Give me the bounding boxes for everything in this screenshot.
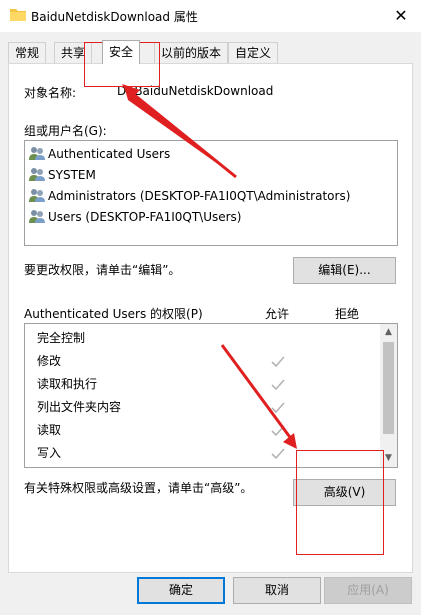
allow-header: 允许: [265, 307, 290, 321]
tab-strip: 常规 共享 安全 以前的版本 自定义: [8, 40, 413, 64]
user-name: SYSTEM: [48, 168, 96, 182]
check-icon: [271, 379, 285, 391]
advanced-hint: 有关特殊权限或高级设置，请单击“高级”。: [24, 481, 253, 495]
permission-row-modify: 修改: [37, 354, 62, 368]
object-name-label: 对象名称:: [24, 86, 77, 100]
apply-button[interactable]: 应用(A): [324, 577, 412, 604]
user-name: Administrators (DESKTOP-FA1I0QT\Administ…: [48, 189, 351, 203]
permissions-title: Authenticated Users 的权限(P): [24, 307, 203, 321]
ok-button[interactable]: 确定: [137, 577, 225, 604]
check-icon: [271, 425, 285, 437]
group-user-list[interactable]: Authenticated Users SYSTEM Administrator…: [24, 140, 398, 246]
edit-button[interactable]: 编辑(E)...: [293, 257, 396, 284]
close-icon: ✕: [394, 6, 408, 25]
tab-general[interactable]: 常规: [8, 42, 47, 63]
permission-row-list-folder: 列出文件夹内容: [37, 400, 122, 414]
deny-header: 拒绝: [335, 307, 360, 321]
title-bar: BaiduNetdiskDownload 属性 ✕: [0, 0, 421, 32]
list-item[interactable]: Users (DESKTOP-FA1I0QT\Users): [29, 207, 241, 227]
cancel-button[interactable]: 取消: [233, 577, 321, 604]
permissions-list[interactable]: 完全控制 修改 读取和执行 列出文件夹内容 读取 写入 ▲ ▼: [24, 323, 398, 468]
permission-row-read-execute: 读取和执行: [37, 377, 98, 391]
user-name: Authenticated Users: [48, 147, 171, 161]
list-item[interactable]: Administrators (DESKTOP-FA1I0QT\Administ…: [29, 186, 350, 206]
user-group-icon: [29, 147, 45, 160]
permission-row-read: 读取: [37, 423, 62, 437]
folder-icon: [10, 9, 26, 21]
user-name: Users (DESKTOP-FA1I0QT\Users): [48, 210, 242, 224]
list-item[interactable]: SYSTEM: [29, 165, 96, 185]
window-title: BaiduNetdiskDownload 属性: [31, 10, 198, 24]
tab-security[interactable]: 安全: [102, 40, 141, 64]
user-group-icon: [29, 210, 45, 223]
user-group-icon: [29, 168, 45, 181]
groups-label: 组或用户名(G):: [24, 124, 107, 138]
check-icon: [271, 448, 285, 460]
user-group-icon: [29, 189, 45, 202]
permissions-scrollbar[interactable]: ▲ ▼: [380, 324, 397, 467]
edit-hint: 要更改权限，请单击“编辑”。: [24, 263, 181, 277]
tab-customize[interactable]: 自定义: [228, 42, 279, 63]
check-icon: [271, 402, 285, 414]
permission-row-write: 写入: [37, 446, 62, 460]
list-item[interactable]: Authenticated Users: [29, 144, 393, 164]
scroll-up-icon[interactable]: ▲: [380, 324, 397, 341]
scroll-thumb[interactable]: [383, 342, 394, 434]
annotation-box-advanced: [296, 450, 384, 555]
permission-row-full-control: 完全控制: [37, 331, 86, 345]
close-button[interactable]: ✕: [381, 0, 421, 32]
check-icon: [271, 356, 285, 368]
tab-previous-versions[interactable]: 以前的版本: [154, 42, 229, 63]
